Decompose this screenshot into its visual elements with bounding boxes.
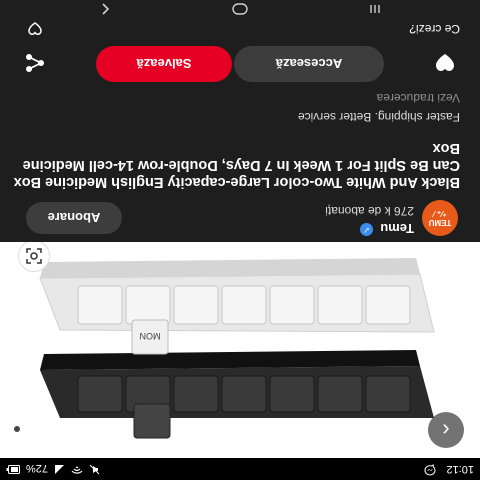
home-icon[interactable] [225,0,255,18]
share-icon [26,54,44,72]
system-nav-bar [0,0,480,18]
pinterest-pin-screen: 10:12 72% MON ‹ TEMU ⁺⁄₊ ⁄ Temu ✓ 276 k … [0,0,480,480]
avatar[interactable]: TEMU ⁺⁄₊ ⁄ [422,200,458,236]
actions-row: Accesează Salvează [0,40,480,88]
svg-text:MON: MON [140,331,161,341]
recent-apps-icon[interactable] [360,0,390,18]
messenger-icon [424,461,436,476]
pin-description: Faster shipping. Better service [297,110,460,124]
avatar-text: TEMU [428,218,452,227]
battery-percent: 72% [26,462,49,474]
avatar-subtext: ⁺⁄₊ ⁄ [433,209,447,218]
follow-button[interactable]: Abonare [26,202,122,234]
save-button[interactable]: Salvează [96,46,232,82]
wifi-icon [71,461,83,475]
react-button[interactable] [430,48,460,78]
next-image-button[interactable]: ‹ [428,412,464,448]
pin-title: Black And White Two-color Large-capacity… [13,140,460,190]
carousel-dot [14,426,20,432]
battery-icon [6,462,20,474]
creator-row: TEMU ⁺⁄₊ ⁄ Temu ✓ 276 k de abonați Abona… [0,194,480,242]
reactions-row: Ce crezi? [0,18,480,38]
status-time: 10:12 [446,463,474,475]
product-image[interactable]: MON ‹ [0,242,480,458]
verified-icon: ✓ [360,223,373,236]
signal-icon [54,461,65,475]
visit-button[interactable]: Accesează [234,46,384,82]
medicine-box-illustration: MON [0,242,480,458]
mute-icon [89,461,100,475]
share-button[interactable] [20,48,50,78]
status-bar: 10:12 72% [0,458,480,480]
follower-count: 276 k de abonați [325,204,414,218]
creator-name[interactable]: Temu [380,221,414,236]
heart-icon [436,54,454,71]
translate-link[interactable]: Vezi traducerea [377,91,460,105]
heart-outline-icon [26,20,44,38]
back-icon[interactable] [90,0,120,18]
lens-icon [26,248,42,264]
reaction-prompt[interactable]: Ce crezi? [409,22,460,36]
